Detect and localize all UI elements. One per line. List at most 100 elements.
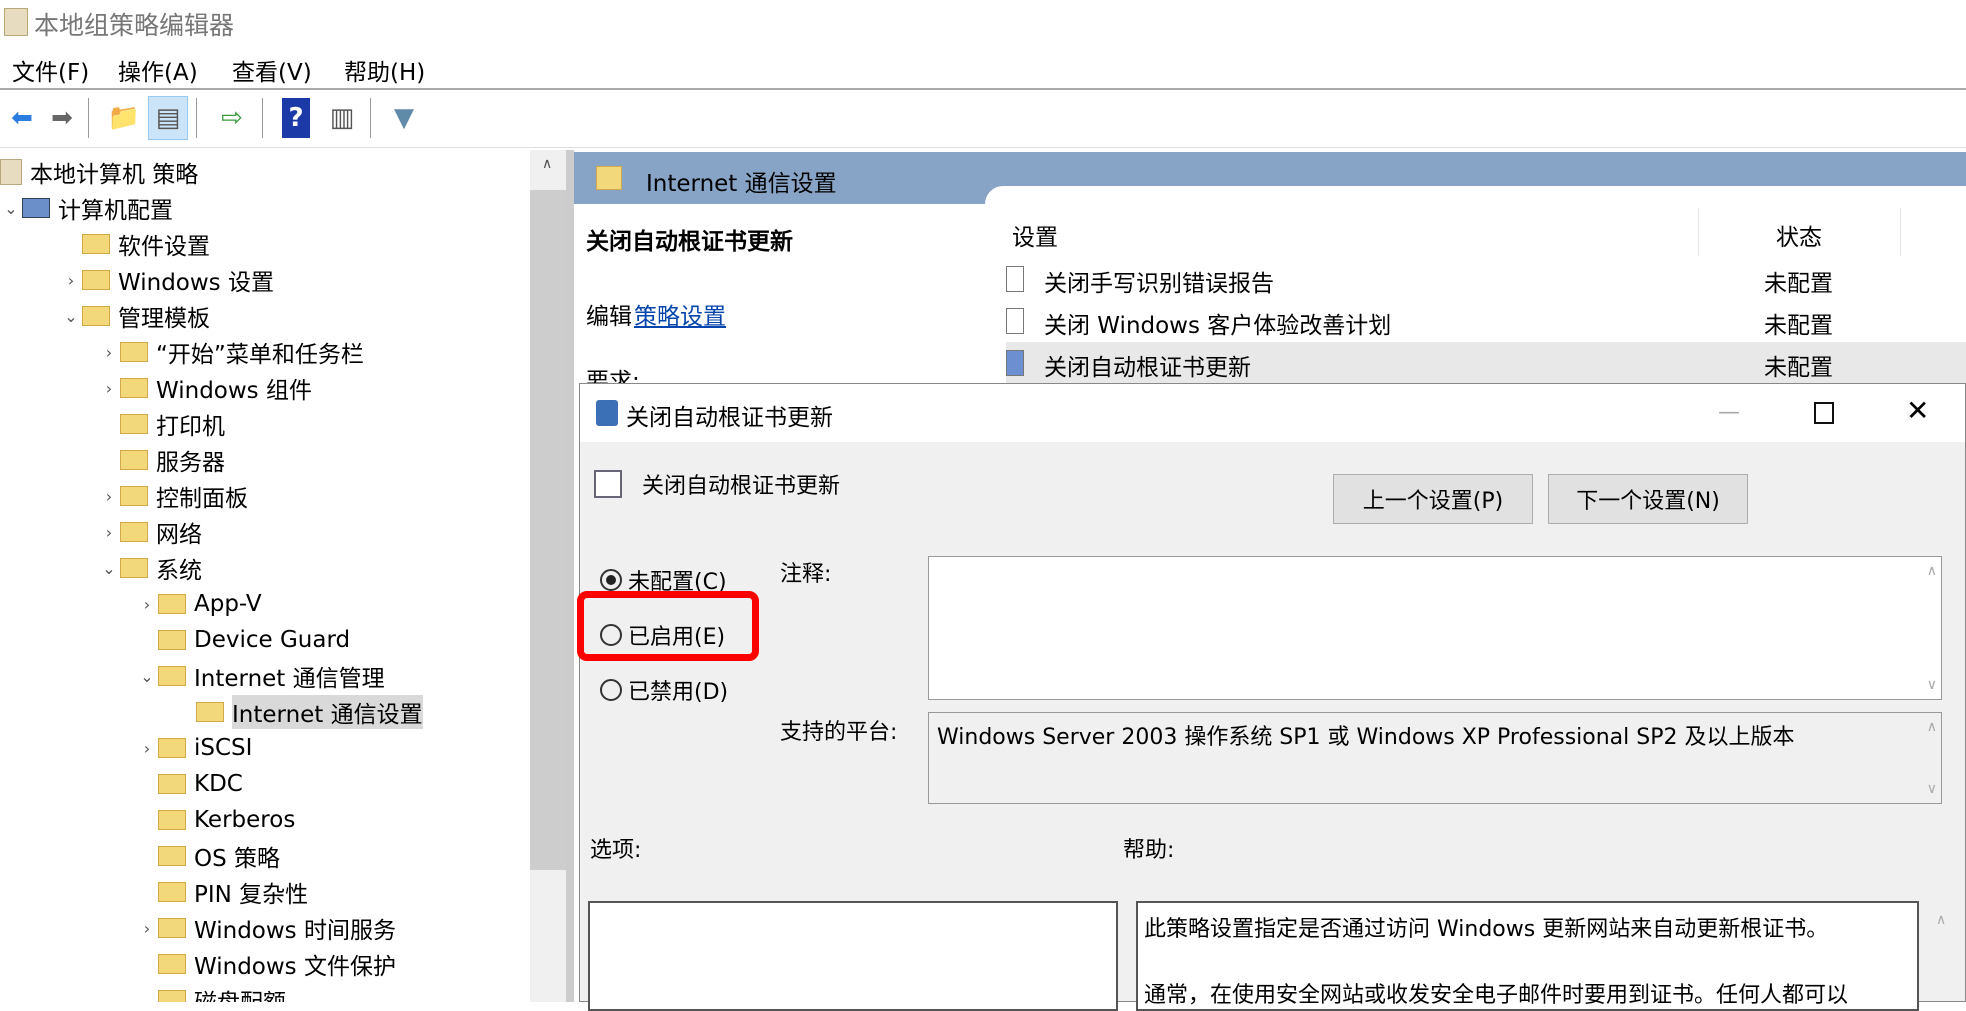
radio-circle[interactable] — [600, 679, 622, 701]
tree-pane: 本地计算机 策略 ⌄ 计算机配置软件设置 › Windows 设置 ⌄ 管理模板 › “开始”菜… — [0, 150, 530, 1002]
column-divider[interactable] — [1698, 208, 1699, 256]
close-icon[interactable]: ✕ — [1906, 394, 1929, 427]
export-list-icon[interactable]: ⇨ — [212, 96, 252, 140]
toolbar: ⬅ ➡ 📁 ▤ ⇨ ? ▥ ▼ — [0, 92, 1966, 148]
menu-help[interactable]: 帮助(H) — [344, 53, 425, 87]
column-header-setting[interactable]: 设置 — [1012, 218, 1058, 252]
tree-item[interactable]: › Windows 组件 — [98, 370, 312, 406]
tree-item[interactable]: KDC — [136, 766, 243, 802]
menu-action[interactable]: 操作(A) — [118, 53, 198, 87]
comment-textarea[interactable]: ∧ ∨ — [928, 556, 1942, 700]
radio-disabled[interactable]: 已禁用(D) — [600, 674, 728, 706]
scroll-up-icon[interactable]: ∧ — [542, 156, 552, 172]
chevron-down-icon[interactable]: ⌄ — [0, 199, 22, 218]
show-hide-tree-icon[interactable]: ▤ — [148, 96, 188, 140]
tree-item-label: OS 策略 — [194, 846, 281, 872]
scroll-up-icon[interactable]: ∧ — [1927, 719, 1937, 735]
show-hide-action-pane-icon[interactable]: ▥ — [322, 96, 362, 140]
minimize-icon[interactable]: — — [1718, 400, 1740, 425]
up-folder-icon[interactable]: 📁 — [104, 96, 144, 140]
chevron-right-icon[interactable]: › — [136, 739, 158, 758]
setting-row[interactable]: 关闭自动根证书更新 未配置 — [1006, 342, 1966, 384]
tree-item[interactable]: › “开始”菜单和任务栏 — [98, 334, 364, 370]
folder-icon — [158, 630, 186, 650]
radio-circle[interactable] — [600, 569, 622, 591]
chevron-right-icon[interactable]: › — [98, 343, 120, 362]
chevron-right-icon[interactable]: › — [98, 487, 120, 506]
tree-item[interactable]: Windows 文件保护 — [136, 946, 396, 982]
setting-name: 关闭自动根证书更新 — [1044, 355, 1251, 381]
help-scroll-up-icon[interactable]: ∧ — [1936, 912, 1946, 928]
menu-view[interactable]: 查看(V) — [232, 53, 312, 87]
tree-item[interactable]: › 控制面板 — [98, 478, 248, 514]
scroll-down-icon[interactable]: ∨ — [1927, 677, 1937, 693]
folder-icon — [120, 558, 148, 578]
tree-item[interactable]: Device Guard — [136, 622, 350, 658]
column-header-state[interactable]: 状态 — [1776, 218, 1822, 252]
tree-item[interactable]: › Windows 设置 — [60, 262, 274, 298]
filter-icon[interactable]: ▼ — [384, 96, 424, 140]
tree-item[interactable]: › 网络 — [98, 514, 202, 550]
platform-box: Windows Server 2003 操作系统 SP1 或 Windows X… — [928, 712, 1942, 804]
tree-scrollbar-thumb[interactable] — [530, 190, 566, 870]
tree-item[interactable]: ⌄ 管理模板 — [60, 298, 210, 334]
computer-icon — [22, 198, 50, 218]
details-header-title: Internet 通信设置 — [646, 171, 837, 197]
next-setting-button[interactable]: 下一个设置(N) — [1548, 474, 1748, 524]
column-divider[interactable] — [1900, 208, 1901, 256]
tree-item[interactable]: PIN 复杂性 — [136, 874, 308, 910]
tree-item[interactable]: 本地计算机 策略 — [0, 154, 198, 190]
tree-item[interactable]: ⌄ Internet 通信管理 — [136, 658, 385, 694]
setting-name: 关闭 Windows 客户体验改善计划 — [1044, 313, 1392, 339]
tree-item[interactable]: OS 策略 — [136, 838, 280, 874]
tree-item-label: App-V — [194, 591, 262, 617]
radio-label: 已禁用(D) — [628, 680, 729, 705]
setting-row[interactable]: 关闭 Windows 客户体验改善计划 未配置 — [1006, 300, 1966, 342]
edit-policy-link[interactable]: 策略设置 — [634, 297, 726, 331]
tree-item[interactable]: ⌄ 计算机配置 — [0, 190, 173, 226]
tree-item-label: PIN 复杂性 — [194, 882, 309, 908]
tree-item-label: 本地计算机 策略 — [30, 162, 199, 188]
scroll-down-icon[interactable]: ∨ — [1927, 781, 1937, 797]
chevron-right-icon[interactable]: › — [136, 595, 158, 614]
tree-item[interactable]: › App-V — [136, 586, 262, 622]
chevron-right-icon[interactable]: › — [136, 919, 158, 938]
help-label: 帮助: — [1123, 838, 1175, 863]
chevron-down-icon[interactable]: ⌄ — [136, 667, 158, 686]
forward-icon[interactable]: ➡ — [42, 96, 82, 140]
tree-item[interactable]: ⌄ 系统 — [98, 550, 202, 586]
tree-item-label: iSCSI — [194, 735, 253, 761]
folder-icon — [82, 306, 110, 326]
tree-item[interactable]: › Windows 时间服务 — [136, 910, 396, 946]
chevron-down-icon[interactable]: ⌄ — [60, 307, 82, 326]
back-icon[interactable]: ⬅ — [2, 96, 42, 140]
help-icon[interactable]: ? — [282, 98, 310, 138]
policy-icon — [0, 159, 22, 185]
chevron-right-icon[interactable]: › — [98, 523, 120, 542]
dialog-title-bar: 关闭自动根证书更新 — ✕ — [580, 384, 1965, 442]
tree-item[interactable]: 软件设置 — [60, 226, 210, 262]
tree-item-label: Windows 设置 — [118, 270, 274, 296]
chevron-right-icon[interactable]: › — [98, 379, 120, 398]
maximize-icon[interactable] — [1814, 402, 1834, 424]
window-title: 本地组策略编辑器 — [34, 11, 235, 40]
chevron-right-icon[interactable]: › — [60, 271, 82, 290]
setting-state: 未配置 — [1764, 355, 1833, 381]
dialog-title: 关闭自动根证书更新 — [626, 405, 833, 431]
tree-item[interactable]: Kerberos — [136, 802, 295, 838]
tree-item[interactable]: 打印机 — [98, 406, 225, 442]
chevron-down-icon[interactable]: ⌄ — [98, 559, 120, 578]
tree-item[interactable]: 服务器 — [98, 442, 225, 478]
tree-item-label: 软件设置 — [118, 234, 210, 260]
setting-row[interactable]: 关闭手写识别错误报告 未配置 — [1006, 258, 1966, 300]
toolbar-separator — [262, 98, 263, 138]
tree-item[interactable]: 磁盘配额 — [136, 982, 286, 1002]
tree-item[interactable]: › iSCSI — [136, 730, 253, 766]
folder-icon — [158, 882, 186, 902]
tree-item[interactable]: Internet 通信设置 — [174, 694, 423, 730]
previous-setting-button[interactable]: 上一个设置(P) — [1333, 474, 1533, 524]
scroll-up-icon[interactable]: ∧ — [1927, 563, 1937, 579]
pane-splitter[interactable] — [566, 150, 574, 1002]
menu-file[interactable]: 文件(F) — [12, 53, 89, 87]
folder-icon — [158, 954, 186, 974]
